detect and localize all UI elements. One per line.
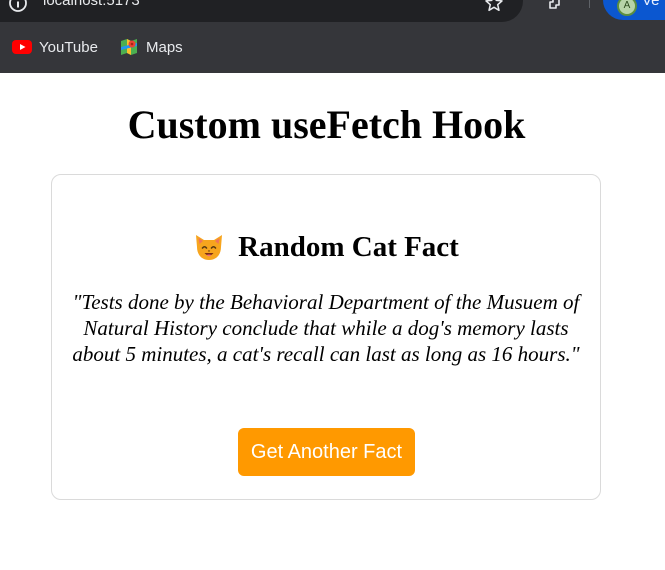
bookmark-label: Maps bbox=[146, 38, 183, 56]
google-maps-icon bbox=[121, 39, 137, 55]
bookmark-star-icon[interactable] bbox=[484, 0, 504, 13]
avatar: A bbox=[617, 0, 637, 16]
cat-face-icon bbox=[196, 235, 223, 260]
page-title: Custom useFetch Hook bbox=[127, 102, 526, 147]
profile-label: Ve bbox=[642, 0, 660, 9]
profile-button[interactable]: A Ve bbox=[603, 0, 665, 20]
bookmark-label: YouTube bbox=[39, 38, 98, 56]
youtube-icon bbox=[12, 40, 32, 54]
browser-toolbar: localhost:5173 A Ve YouTube Maps bbox=[0, 0, 665, 73]
card-title: Random Cat Fact bbox=[238, 231, 459, 263]
site-info-icon[interactable] bbox=[8, 0, 28, 13]
extensions-icon[interactable] bbox=[547, 0, 567, 13]
cat-fact-card: Random Cat Fact "Tests done by the Behav… bbox=[51, 174, 601, 500]
get-another-fact-button[interactable]: Get Another Fact bbox=[238, 428, 415, 476]
bookmark-maps[interactable]: Maps bbox=[119, 37, 183, 57]
cat-fact-text: "Tests done by the Behavioral Department… bbox=[72, 290, 580, 366]
bookmark-youtube[interactable]: YouTube bbox=[12, 37, 98, 57]
card-heading: Random Cat Fact bbox=[52, 229, 600, 265]
toolbar-divider bbox=[589, 0, 590, 8]
url-text[interactable]: localhost:5173 bbox=[43, 0, 140, 10]
